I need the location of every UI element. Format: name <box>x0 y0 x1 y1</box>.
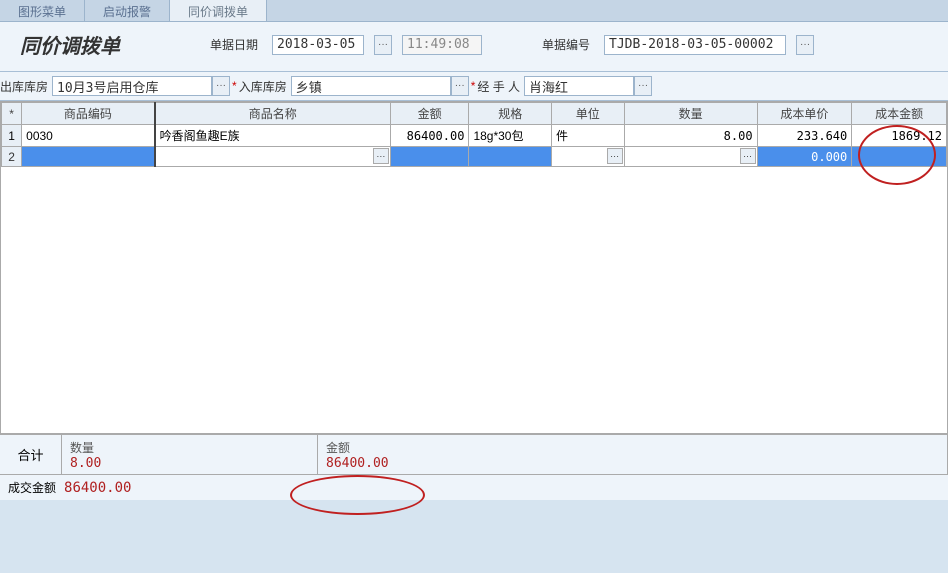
time-input <box>402 35 482 55</box>
cell-name-editor[interactable]: ··· <box>155 147 391 167</box>
doc-no-input[interactable] <box>604 35 786 55</box>
tab-transfer-doc[interactable]: 同价调拨单 <box>170 0 267 21</box>
required-star-icon: * <box>232 79 237 93</box>
totals-row: 合计 数量 8.00 金额 86400.00 <box>0 435 948 475</box>
deal-amount-value: 86400.00 <box>64 480 131 496</box>
date-input[interactable] <box>272 35 364 55</box>
date-picker-button[interactable]: ··· <box>374 35 392 55</box>
col-amount[interactable]: 金额 <box>390 103 469 125</box>
data-grid: * 商品编码 商品名称 金额 规格 单位 数量 成本单价 成本金额 1 0030… <box>0 101 948 434</box>
in-wh-picker-button[interactable]: ··· <box>451 76 469 96</box>
cell-unit-editor[interactable]: ··· <box>552 147 625 167</box>
totals-amount-label: 金额 <box>326 439 939 456</box>
required-star-icon: * <box>471 79 476 93</box>
handler-picker-button[interactable]: ··· <box>634 76 652 96</box>
grid-corner: * <box>2 103 22 125</box>
cell-spec[interactable] <box>469 147 552 167</box>
totals-amount: 金额 86400.00 <box>318 435 948 474</box>
cell-code[interactable]: 0030 <box>22 125 155 147</box>
col-code[interactable]: 商品编码 <box>22 103 155 125</box>
doc-no-picker-button[interactable]: ··· <box>796 35 814 55</box>
row-number: 2 <box>2 147 22 167</box>
totals-label: 合计 <box>0 435 62 474</box>
footer: 合计 数量 8.00 金额 86400.00 成交金额 86400.00 <box>0 434 948 500</box>
tab-graphics-menu[interactable]: 图形菜单 <box>0 0 85 21</box>
cell-spec[interactable]: 18g*30包 <box>469 125 552 147</box>
out-wh-label: 出库库房 <box>0 78 48 95</box>
doc-no-label: 单据编号 <box>542 36 590 53</box>
cell-cost-price[interactable]: 233.640 <box>757 125 852 147</box>
totals-qty-label: 数量 <box>70 439 309 456</box>
col-unit[interactable]: 单位 <box>552 103 625 125</box>
col-spec[interactable]: 规格 <box>469 103 552 125</box>
col-cost-amount[interactable]: 成本金额 <box>852 103 947 125</box>
totals-qty: 数量 8.00 <box>62 435 318 474</box>
cell-code[interactable] <box>22 147 155 167</box>
header: 同价调拨单 单据日期 ··· 单据编号 ··· <box>0 22 948 72</box>
cell-cost-amount[interactable]: 1869.12 <box>852 125 947 147</box>
cell-amount[interactable] <box>390 147 469 167</box>
table-row[interactable]: 2 ··· ··· ··· 0.000 <box>2 147 947 167</box>
out-wh-input[interactable] <box>52 76 212 96</box>
page-title: 同价调拨单 <box>20 30 120 59</box>
out-wh-picker-button[interactable]: ··· <box>212 76 230 96</box>
tab-startup-alarm[interactable]: 启动报警 <box>85 0 170 21</box>
col-qty[interactable]: 数量 <box>624 103 757 125</box>
cell-qty-editor[interactable]: ··· <box>624 147 757 167</box>
date-label: 单据日期 <box>210 36 258 53</box>
handler-label: 经 手 人 <box>477 78 520 95</box>
totals-amount-value: 86400.00 <box>326 456 939 471</box>
cell-lookup-button[interactable]: ··· <box>373 148 389 164</box>
totals-qty-value: 8.00 <box>70 456 309 471</box>
row-number: 1 <box>2 125 22 147</box>
in-wh-input[interactable] <box>291 76 451 96</box>
cell-qty[interactable]: 8.00 <box>624 125 757 147</box>
col-cost-price[interactable]: 成本单价 <box>757 103 852 125</box>
cell-lookup-button[interactable]: ··· <box>740 148 756 164</box>
cell-name[interactable]: 吟香阁鱼趣E族 <box>155 125 391 147</box>
tab-bar: 图形菜单 启动报警 同价调拨单 <box>0 0 948 22</box>
filter-bar: 出库库房 ··· * 入库库房 ··· * 经 手 人 ··· <box>0 72 948 101</box>
handler-input[interactable] <box>524 76 634 96</box>
table-row[interactable]: 1 0030 吟香阁鱼趣E族 86400.00 18g*30包 件 8.00 2… <box>2 125 947 147</box>
cell-unit[interactable]: 件 <box>552 125 625 147</box>
cell-cost-amount[interactable] <box>852 147 947 167</box>
cell-cost-price[interactable]: 0.000 <box>757 147 852 167</box>
cell-amount[interactable]: 86400.00 <box>390 125 469 147</box>
grid-header-row: * 商品编码 商品名称 金额 规格 单位 数量 成本单价 成本金额 <box>2 103 947 125</box>
cell-lookup-button[interactable]: ··· <box>607 148 623 164</box>
deal-amount-label: 成交金额 <box>8 479 56 496</box>
in-wh-label: 入库库房 <box>239 78 287 95</box>
deal-amount-row: 成交金额 86400.00 <box>0 475 948 500</box>
col-name[interactable]: 商品名称 <box>155 103 391 125</box>
